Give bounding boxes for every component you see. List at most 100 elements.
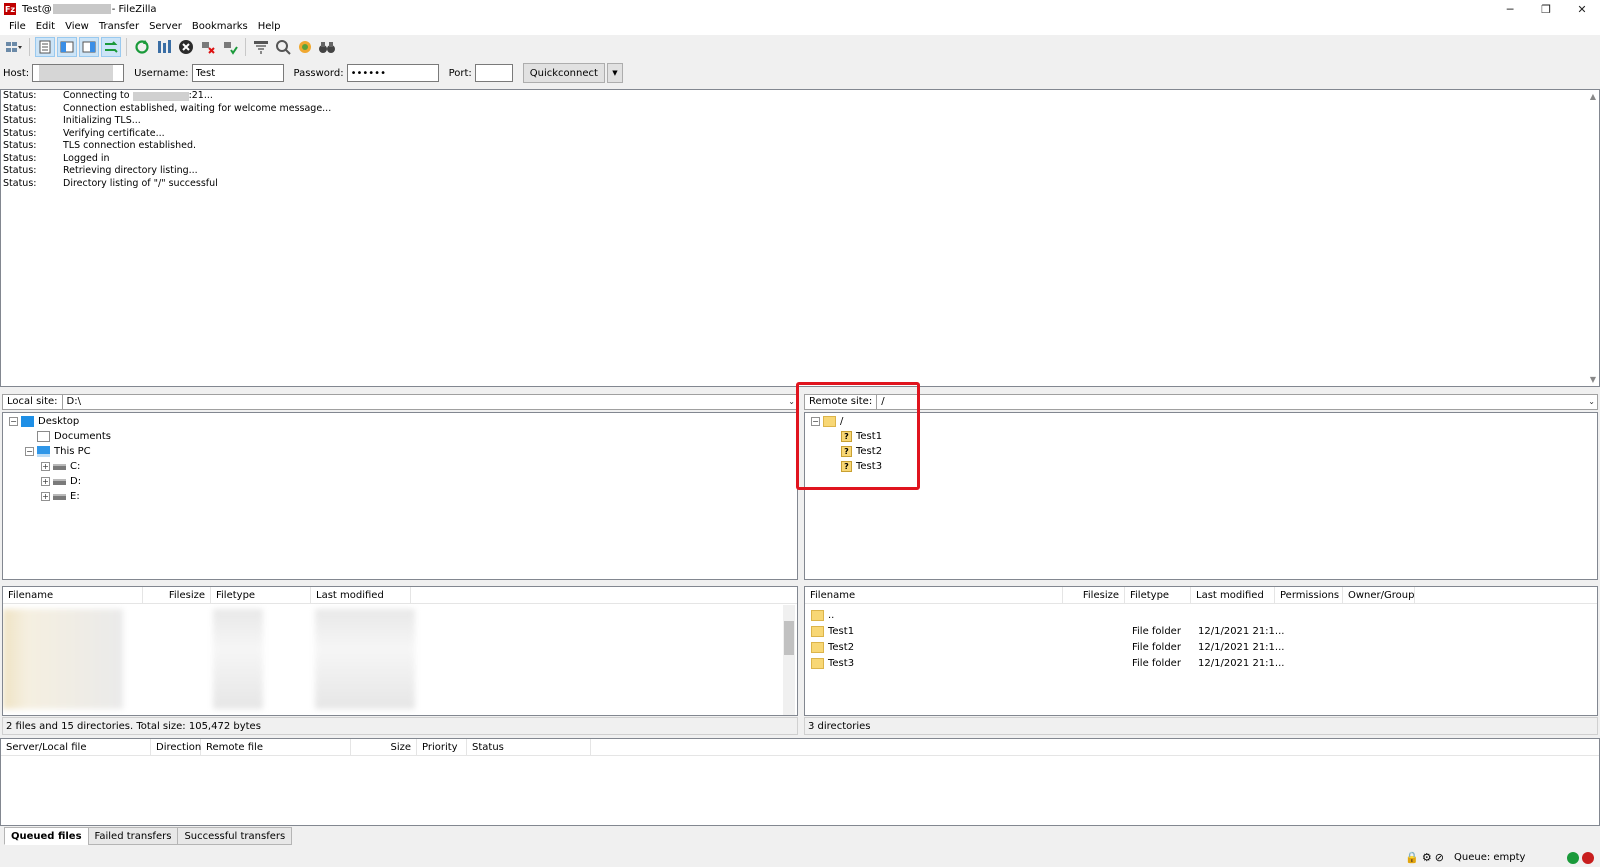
close-window-button[interactable]: ✕ <box>1564 0 1600 18</box>
status-bar: 🔒 ⚙ ⊘ Queue: empty <box>0 848 1600 867</box>
username-field[interactable] <box>191 64 284 82</box>
site-manager-icon <box>6 42 22 52</box>
local-directory-tree[interactable]: − Desktop Documents − This PC + C: + D: + E: <box>2 412 798 580</box>
toggle-message-log-button[interactable] <box>35 37 55 57</box>
directory-filter-button[interactable] <box>251 37 271 57</box>
directory-comparison-button[interactable] <box>273 37 293 57</box>
chevron-down-icon[interactable]: ⌄ <box>1588 395 1595 409</box>
tree-item-drive-e[interactable]: + E: <box>41 489 80 504</box>
column-direction[interactable]: Direction <box>151 739 201 755</box>
menu-server[interactable]: Server <box>144 21 187 32</box>
column-owner-group[interactable]: Owner/Group <box>1343 587 1415 603</box>
scrollbar-thumb[interactable] <box>784 621 794 655</box>
toggle-remote-tree-button[interactable] <box>79 37 99 57</box>
column-filename[interactable]: Filename <box>805 587 1063 603</box>
log-line: Status: TLS connection established. <box>1 140 1599 153</box>
log-message: TLS connection established. <box>63 140 197 151</box>
file-row-parent[interactable]: .. <box>811 607 834 623</box>
computer-icon <box>37 446 50 457</box>
menu-view[interactable]: View <box>60 21 94 32</box>
quickconnect-history-dropdown[interactable]: ▼ <box>606 63 623 83</box>
tree-item-documents[interactable]: Documents <box>37 429 111 444</box>
log-message: Initializing TLS... <box>63 115 141 126</box>
message-log[interactable]: Status: Connecting to :21... Status: Conne… <box>0 89 1600 387</box>
tab-failed-transfers[interactable]: Failed transfers <box>87 827 179 845</box>
scroll-up-icon[interactable]: ▲ <box>1590 92 1596 101</box>
log-message: Directory listing of "/" successful <box>63 177 218 189</box>
speed-limit-icon[interactable]: ⊘ <box>1435 851 1444 864</box>
tab-successful-transfers[interactable]: Successful transfers <box>177 827 293 845</box>
log-line: Status: Logged in <box>1 153 1599 166</box>
remote-directory-tree[interactable]: − / ? Test1 ? Test2 ? Test3 <box>804 412 1598 580</box>
column-status[interactable]: Status <box>467 739 591 755</box>
refresh-button[interactable] <box>132 37 152 57</box>
remote-path-field[interactable]: / ⌄ <box>877 394 1598 410</box>
queue-header: Server/Local file Direction Remote file … <box>1 739 1599 756</box>
minimize-button[interactable]: ─ <box>1492 0 1528 18</box>
tree-item-drive-c[interactable]: + C: <box>41 459 80 474</box>
expand-icon[interactable]: + <box>41 462 50 471</box>
file-row-test2[interactable]: Test2 File folder 12/1/2021 21:1... <box>811 639 1591 655</box>
restore-button[interactable]: ❐ <box>1528 0 1564 18</box>
tree-item-this-pc[interactable]: − This PC <box>25 444 91 459</box>
chevron-down-icon[interactable]: ⌄ <box>788 395 795 409</box>
column-server-local-file[interactable]: Server/Local file <box>1 739 151 755</box>
upload-indicator-icon <box>1567 851 1579 864</box>
binoculars-icon <box>319 42 335 53</box>
log-type: Status: <box>3 165 37 176</box>
column-size[interactable]: Size <box>351 739 417 755</box>
column-filesize[interactable]: Filesize <box>143 587 211 603</box>
local-file-list[interactable]: Filename Filesize Filetype Last modified <box>2 586 798 716</box>
password-field[interactable] <box>346 64 439 82</box>
local-tree-icon <box>60 41 74 53</box>
expand-icon[interactable]: + <box>41 492 50 501</box>
menu-transfer[interactable]: Transfer <box>94 21 144 32</box>
column-last-modified[interactable]: Last modified <box>1191 587 1275 603</box>
window-controls: ─ ❐ ✕ <box>1492 0 1600 18</box>
column-permissions[interactable]: Permissions <box>1275 587 1343 603</box>
column-filename[interactable]: Filename <box>3 587 143 603</box>
local-path-field[interactable]: D:\ ⌄ <box>62 394 798 410</box>
column-filetype[interactable]: Filetype <box>211 587 311 603</box>
reconnect-button[interactable] <box>220 37 240 57</box>
column-filesize[interactable]: Filesize <box>1063 587 1125 603</box>
tree-item-label: C: <box>70 461 81 472</box>
collapse-icon[interactable]: − <box>9 417 18 426</box>
column-filetype[interactable]: Filetype <box>1125 587 1191 603</box>
tree-item-drive-d[interactable]: + D: <box>41 474 81 489</box>
process-queue-button[interactable] <box>154 37 174 57</box>
log-type: Status: <box>3 127 37 139</box>
column-remote-file[interactable]: Remote file <box>201 739 351 755</box>
window-title-prefix: Test@ <box>22 3 52 15</box>
host-field[interactable] <box>32 64 125 82</box>
menu-file[interactable]: File <box>4 21 31 32</box>
host-label: Host: <box>3 67 30 79</box>
drive-icon <box>53 463 66 470</box>
menu-help[interactable]: Help <box>253 21 286 32</box>
file-row-test3[interactable]: Test3 File folder 12/1/2021 21:1... <box>811 655 1591 671</box>
vertical-scrollbar[interactable] <box>783 605 795 715</box>
synchronized-browsing-button[interactable] <box>295 37 315 57</box>
menu-edit[interactable]: Edit <box>31 21 60 32</box>
tree-item-desktop[interactable]: − Desktop <box>9 414 79 429</box>
remote-file-list[interactable]: Filename Filesize Filetype Last modified… <box>804 586 1598 716</box>
expand-icon[interactable]: + <box>41 477 50 486</box>
transfer-queue[interactable]: Server/Local file Direction Remote file … <box>0 738 1600 826</box>
site-manager-button[interactable] <box>4 37 24 57</box>
search-remote-files-button[interactable] <box>317 37 337 57</box>
log-type: Status: <box>3 152 37 164</box>
toggle-local-tree-button[interactable] <box>57 37 77 57</box>
tab-queued-files[interactable]: Queued files <box>4 827 89 845</box>
file-row-test1[interactable]: Test1 File folder 12/1/2021 21:1... <box>811 623 1591 639</box>
collapse-icon[interactable]: − <box>25 447 34 456</box>
toggle-transfer-queue-button[interactable] <box>101 37 121 57</box>
column-priority[interactable]: Priority <box>417 739 467 755</box>
scroll-down-icon[interactable]: ▼ <box>1590 375 1596 384</box>
port-field[interactable] <box>474 64 513 82</box>
disconnect-button[interactable] <box>198 37 218 57</box>
cancel-operation-button[interactable] <box>176 37 196 57</box>
menu-bookmarks[interactable]: Bookmarks <box>187 21 253 32</box>
local-path-value: D:\ <box>66 396 81 407</box>
quickconnect-button[interactable]: Quickconnect <box>522 63 605 83</box>
column-last-modified[interactable]: Last modified <box>311 587 411 603</box>
